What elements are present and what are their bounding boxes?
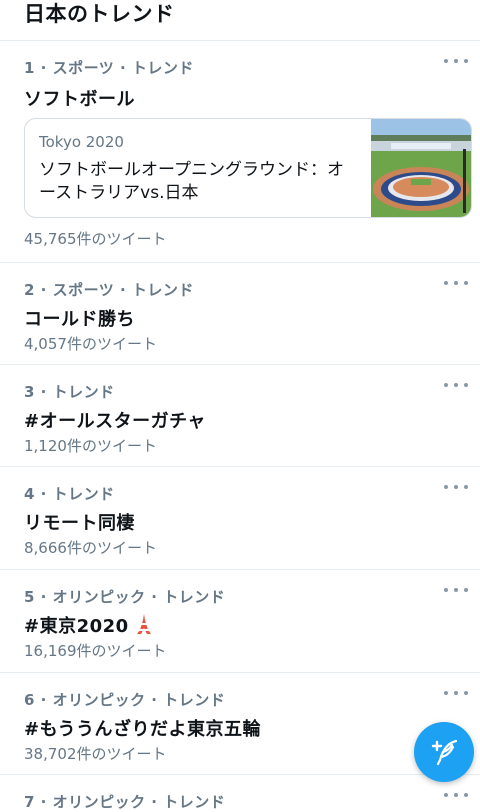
trend-meta: 4 · トレンド <box>24 485 115 503</box>
trend-item-1[interactable]: 1 · スポーツ · トレンド ソフトボール Tokyo 2020 ソフトボール… <box>0 41 480 263</box>
trend-item-6[interactable]: 6 · オリンピック · トレンド #もううんざりだよ東京五輪 38,702件の… <box>0 673 480 775</box>
trend-meta: 3 · トレンド <box>24 383 115 401</box>
compose-tweet-button[interactable] <box>414 722 474 782</box>
card-title: ソフトボールオープニングラウンド：オーストラリアvs.日本 <box>39 160 344 203</box>
trend-name-text: #東京2020 <box>24 616 129 637</box>
trend-name: #もううんざりだよ東京五輪 <box>24 719 262 740</box>
trend-item-3[interactable]: 3 · トレンド #オールスターガチャ 1,120件のツイート <box>0 365 480 467</box>
page-title: 日本のトレンド <box>24 2 175 26</box>
more-options-icon[interactable] <box>444 787 468 803</box>
more-options-icon[interactable] <box>444 275 468 291</box>
tweet-count: 8,666件のツイート <box>24 539 157 557</box>
trend-item-5[interactable]: 5 · オリンピック · トレンド #東京2020 16,169件のツイート <box>0 570 480 673</box>
trend-meta: 7 · オリンピック · トレンド <box>24 793 226 811</box>
tokyo-tower-icon <box>137 614 152 634</box>
trend-name: コールド勝ち <box>24 309 135 330</box>
more-options-icon[interactable] <box>444 582 468 598</box>
tweet-count: 1,120件のツイート <box>24 437 157 455</box>
trend-meta: 6 · オリンピック · トレンド <box>24 691 226 709</box>
trend-meta: 1 · スポーツ · トレンド <box>24 59 194 77</box>
trend-meta: 2 · スポーツ · トレンド <box>24 281 194 299</box>
trend-news-card[interactable]: Tokyo 2020 ソフトボールオープニングラウンド：オーストラリアvs.日本 <box>24 118 472 218</box>
more-options-icon[interactable] <box>444 377 468 393</box>
trend-item-7[interactable]: 7 · オリンピック · トレンド <box>0 775 480 812</box>
trend-name: ソフトボール <box>24 89 135 110</box>
more-options-icon[interactable] <box>444 479 468 495</box>
tweet-count: 16,169件のツイート <box>24 642 167 660</box>
trend-name: リモート同棲 <box>24 513 135 534</box>
compose-tweet-icon <box>431 739 458 766</box>
trend-name: #オールスターガチャ <box>24 411 206 432</box>
trend-item-2[interactable]: 2 · スポーツ · トレンド コールド勝ち 4,057件のツイート <box>0 263 480 365</box>
page-header: 日本のトレンド <box>0 0 480 41</box>
card-source: Tokyo 2020 <box>39 133 124 151</box>
trend-meta: 5 · オリンピック · トレンド <box>24 588 226 606</box>
trend-item-4[interactable]: 4 · トレンド リモート同棲 8,666件のツイート <box>0 467 480 570</box>
card-thumbnail-image <box>371 119 471 217</box>
trend-name: #東京2020 <box>24 612 152 638</box>
tweet-count: 4,057件のツイート <box>24 335 157 353</box>
tweet-count: 45,765件のツイート <box>24 230 167 248</box>
more-options-icon[interactable] <box>444 53 468 69</box>
tweet-count: 38,702件のツイート <box>24 745 167 763</box>
more-options-icon[interactable] <box>444 685 468 701</box>
